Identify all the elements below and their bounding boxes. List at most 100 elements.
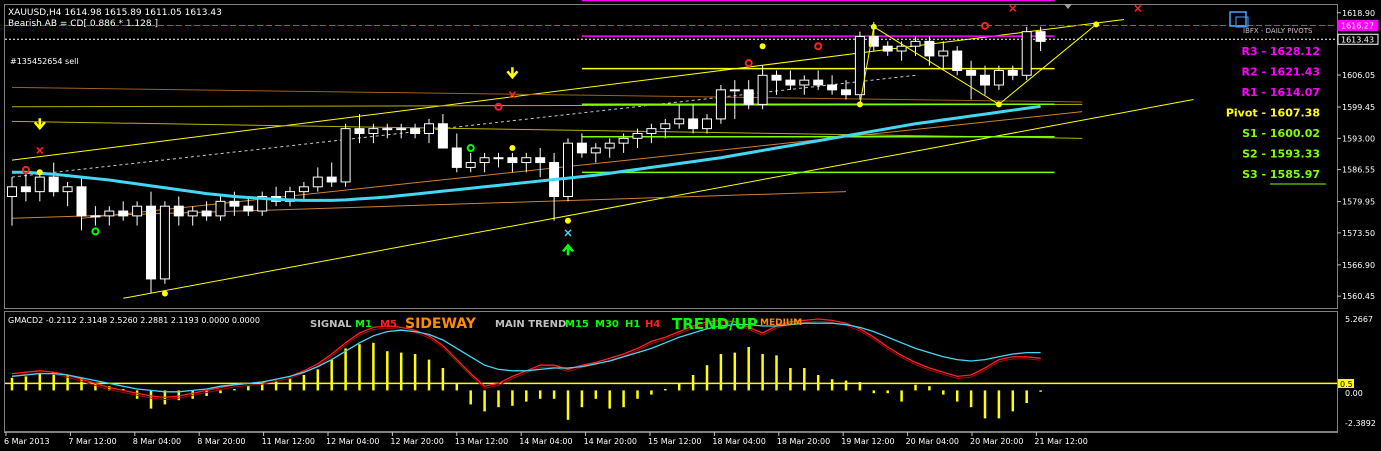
candle-body xyxy=(618,137,629,144)
time-tick-label: 8 Mar 04:00 xyxy=(133,437,181,446)
candle-body xyxy=(396,128,407,131)
candle-body xyxy=(326,176,337,183)
candle-body xyxy=(132,205,143,217)
candle-body xyxy=(632,132,643,139)
signal-m1: M1 xyxy=(355,319,372,330)
time-tick-label: 20 Mar 20:00 xyxy=(970,437,1023,446)
pivot-label: S2 - 1593.33 xyxy=(1242,148,1320,161)
signal-label: SIGNAL xyxy=(310,319,352,330)
price-tick-label: 1560.45 xyxy=(1342,292,1375,301)
candle-body xyxy=(493,157,504,160)
trading-chart: R3 - 1628.12 R2 - 1621.43 R1 - 1614.07 Pivo… xyxy=(0,0,1381,451)
candle-body xyxy=(910,40,921,47)
candle-body xyxy=(368,128,379,134)
price-tick-label: 1573.50 xyxy=(1342,229,1375,238)
candle-body xyxy=(980,74,990,86)
swing-point xyxy=(161,290,168,297)
candle-body xyxy=(7,186,17,197)
swing-point xyxy=(565,217,571,224)
candle-body xyxy=(479,157,490,164)
order-label: #135452654 sell xyxy=(10,57,79,66)
candle-body xyxy=(354,128,365,134)
candle-body xyxy=(1007,69,1018,76)
swing-point xyxy=(759,43,766,50)
time-tick-label: 19 Mar 12:00 xyxy=(841,437,894,446)
candle-body xyxy=(604,142,615,149)
pivot-label: R2 - 1621.43 xyxy=(1242,66,1320,79)
candle-body xyxy=(20,186,31,193)
time-tick-label: 8 Mar 20:00 xyxy=(197,437,245,446)
candle-body xyxy=(1035,31,1046,42)
time-tick-label: 14 Mar 04:00 xyxy=(519,437,572,446)
candle-body xyxy=(896,45,907,52)
time-tick-label: 18 Mar 20:00 xyxy=(777,437,830,446)
time-tick-label: 20 Mar 04:00 xyxy=(906,437,959,446)
pivot-label: R3 - 1628.12 xyxy=(1242,45,1320,58)
pivot-label: S3 - 1585.97 xyxy=(1242,168,1320,181)
candle xyxy=(340,123,351,187)
time-tick-label: 7 Mar 12:00 xyxy=(68,437,116,446)
candle-body xyxy=(173,205,184,217)
candle-body xyxy=(938,50,949,57)
price-tick-label: 1579.95 xyxy=(1342,198,1375,207)
time-tick-label: 12 Mar 04:00 xyxy=(326,437,379,446)
candle-body xyxy=(187,210,198,217)
candle-body xyxy=(688,118,699,130)
candle-body xyxy=(229,200,240,207)
indicator-name: GMACD2 -0.2112 2.3148 2.5260 2.2881 2.11… xyxy=(8,316,260,325)
time-tick-label: 21 Mar 12:00 xyxy=(1034,437,1087,446)
candle-body xyxy=(62,186,73,193)
candle xyxy=(952,46,963,76)
osc-tick-level: 0.5 xyxy=(1340,380,1353,389)
pivot-label: R1 - 1614.07 xyxy=(1242,86,1320,99)
pivot-label: Pivot - 1607.38 xyxy=(1226,107,1320,120)
candle-body xyxy=(382,128,393,131)
trend-h4: H4 xyxy=(645,319,660,330)
candle-body xyxy=(882,45,893,52)
candle-body xyxy=(966,69,977,76)
candle-body xyxy=(159,205,170,280)
pivots-caption: IBFX - DAILY PIVOTS xyxy=(1243,27,1313,35)
candle-body xyxy=(424,123,434,134)
candle-body xyxy=(465,162,476,168)
candle-body xyxy=(702,118,712,130)
time-tick-label: 6 Mar 2013 xyxy=(4,437,50,446)
candle-body xyxy=(104,210,115,217)
price-tick-label: 1618.90 xyxy=(1342,9,1375,18)
pivot-label: S1 - 1600.02 xyxy=(1242,127,1320,140)
candle-body xyxy=(576,142,587,154)
candle-body xyxy=(34,176,45,193)
candle-body xyxy=(785,79,796,86)
candle-body xyxy=(799,79,810,86)
candle xyxy=(563,138,573,202)
candle-body xyxy=(827,84,838,91)
candle-body xyxy=(521,157,532,164)
candle xyxy=(146,191,156,294)
candle-body xyxy=(451,147,462,168)
candle-body xyxy=(660,123,671,130)
pattern-line: Bearish AB = CD[ 0.886 * 1.128 ] xyxy=(8,19,158,29)
candle-body xyxy=(437,123,448,149)
price-tick-label: 1586.55 xyxy=(1342,166,1375,175)
trend-up-label: TREND/UP xyxy=(672,315,758,333)
candle-body xyxy=(841,89,851,96)
time-tick-label: 12 Mar 20:00 xyxy=(390,437,443,446)
candle-body xyxy=(312,176,323,188)
trend-m30: M30 xyxy=(595,319,619,330)
candle-body xyxy=(771,74,782,81)
candle-body xyxy=(924,40,935,57)
candle-body xyxy=(535,157,546,164)
candle-body xyxy=(674,118,685,125)
candle-body xyxy=(646,128,657,134)
trend-m15: M15 xyxy=(565,319,589,330)
time-tick-label: 11 Mar 12:00 xyxy=(262,437,315,446)
swing-point xyxy=(509,145,516,152)
swing-point xyxy=(36,169,43,176)
candle-body xyxy=(507,157,518,164)
time-tick-label: 14 Mar 20:00 xyxy=(584,437,637,446)
price-tick-label: 1599.45 xyxy=(1342,103,1375,112)
candle-body xyxy=(118,210,129,217)
price-tick-label: 1566.90 xyxy=(1342,261,1375,270)
candle-body xyxy=(993,69,1004,86)
candle-body xyxy=(757,74,768,105)
